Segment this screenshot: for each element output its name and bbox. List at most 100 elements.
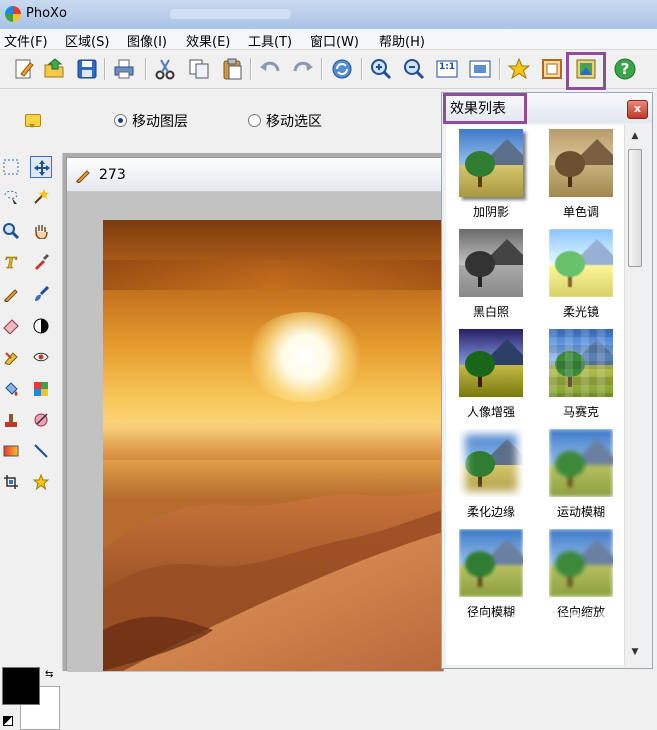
- print-icon[interactable]: [112, 57, 136, 81]
- red-eye-tool[interactable]: [30, 346, 52, 368]
- effect-label: 柔光镜: [562, 305, 599, 319]
- effect-thumbnail[interactable]: [549, 529, 613, 597]
- effect-thumbnail[interactable]: [459, 129, 523, 197]
- effect-thumbnail[interactable]: [459, 429, 523, 497]
- effect-item[interactable]: 黑白照: [446, 225, 536, 325]
- actual-size-label: 1:1: [438, 62, 456, 72]
- effect-label: 黑白照: [472, 305, 509, 319]
- desert-sunset-photo[interactable]: [103, 220, 443, 671]
- effect-item[interactable]: 运动模糊: [536, 425, 626, 525]
- close-icon[interactable]: x: [627, 100, 648, 119]
- magic-wand-tool[interactable]: [30, 186, 52, 208]
- document-title-bar[interactable]: 273: [67, 158, 443, 192]
- open-icon[interactable]: [43, 57, 67, 81]
- effect-item[interactable]: 马赛克: [536, 325, 626, 425]
- hand-tool[interactable]: [30, 220, 52, 242]
- lasso-tool[interactable]: [0, 186, 22, 208]
- effect-thumbnail[interactable]: [549, 329, 613, 397]
- foreground-color-swatch-front[interactable]: [2, 667, 40, 705]
- watermark: Baidu经验: [470, 611, 606, 641]
- help-icon[interactable]: ?: [613, 57, 637, 81]
- star-shape-tool[interactable]: [30, 471, 52, 493]
- tool-palette: T ⇆: [0, 153, 63, 730]
- effect-item[interactable]: 人像增强: [446, 325, 536, 425]
- redo-icon[interactable]: [291, 57, 315, 81]
- gradient-tool[interactable]: [0, 440, 22, 462]
- options-bar: 移动图层 移动选区: [0, 89, 440, 153]
- move-layer-label[interactable]: 移动图层: [132, 111, 188, 131]
- effect-label: 马赛克: [562, 405, 599, 419]
- favorite-icon[interactable]: [507, 57, 531, 81]
- menu-effects[interactable]: 效果(E): [186, 31, 230, 50]
- reset-colors-icon[interactable]: [3, 716, 13, 726]
- pencil-tool[interactable]: [0, 283, 22, 305]
- effects-button-highlight: [566, 52, 606, 90]
- scroll-down-icon[interactable]: ▼: [628, 645, 642, 659]
- app-logo-icon: [5, 6, 21, 22]
- patch-tool[interactable]: [30, 409, 52, 431]
- effect-label: 加阴影: [472, 205, 509, 219]
- effects-scrollbar[interactable]: ▲ ▼: [624, 125, 645, 665]
- svg-text:T: T: [5, 254, 18, 270]
- menu-region[interactable]: 区域(S): [65, 31, 109, 50]
- stamp-tool[interactable]: [0, 409, 22, 431]
- cut-icon[interactable]: [153, 57, 177, 81]
- menu-image[interactable]: 图像(I): [127, 31, 167, 50]
- effect-item[interactable]: 柔光镜: [536, 225, 626, 325]
- effect-thumbnail[interactable]: [459, 529, 523, 597]
- zoom-in-icon[interactable]: [369, 57, 393, 81]
- title-bar-document-name: [170, 9, 290, 19]
- new-icon[interactable]: [12, 57, 36, 81]
- move-selection-label[interactable]: 移动选区: [266, 111, 322, 131]
- menu-tools[interactable]: 工具(T): [248, 31, 292, 50]
- effects-grid: 加阴影 单色调 黑白照 柔光镜 人像增强 马赛克 柔化边缘 运动模糊 径向模糊 径向缩放: [446, 125, 626, 665]
- paste-icon[interactable]: [220, 57, 244, 81]
- line-tool[interactable]: [30, 440, 52, 462]
- frame-icon[interactable]: [540, 57, 564, 81]
- effects-title-highlight: [443, 93, 527, 124]
- effect-thumbnail[interactable]: [549, 129, 613, 197]
- refresh-icon[interactable]: [330, 57, 354, 81]
- eraser-tool[interactable]: [0, 315, 22, 337]
- document-title: 273: [99, 167, 126, 183]
- scrollbar-thumb[interactable]: [628, 149, 642, 267]
- undo-icon[interactable]: [258, 57, 282, 81]
- move-selection-radio[interactable]: [248, 114, 261, 127]
- actual-size-icon[interactable]: 1:1: [435, 57, 459, 81]
- zoom-tool[interactable]: [0, 220, 22, 242]
- effect-item[interactable]: 加阴影: [446, 125, 536, 225]
- fill-tool[interactable]: [0, 378, 22, 400]
- clone-tool[interactable]: [0, 346, 22, 368]
- crop-tool[interactable]: [0, 471, 22, 493]
- effect-label: 单色调: [562, 205, 599, 219]
- menu-help[interactable]: 帮助(H): [379, 31, 425, 50]
- app-title: PhoXo: [26, 6, 67, 21]
- pencil-icon: [76, 170, 90, 183]
- menu-file[interactable]: 文件(F): [4, 31, 48, 50]
- brush-tool[interactable]: [30, 283, 52, 305]
- effect-thumbnail[interactable]: [549, 429, 613, 497]
- text-tool[interactable]: T: [0, 251, 22, 273]
- effect-item[interactable]: 单色调: [536, 125, 626, 225]
- move-tool[interactable]: [30, 156, 52, 178]
- effect-thumbnail[interactable]: [459, 329, 523, 397]
- rect-select-tool[interactable]: [0, 156, 22, 178]
- menu-window[interactable]: 窗口(W): [310, 31, 359, 50]
- eyedropper-tool[interactable]: [30, 251, 52, 273]
- effect-thumbnail[interactable]: [549, 229, 613, 297]
- hint-icon: [25, 114, 41, 128]
- save-icon[interactable]: [75, 57, 99, 81]
- zoom-out-icon[interactable]: [402, 57, 426, 81]
- title-bar: PhoXo: [0, 0, 657, 29]
- color-replace-tool[interactable]: [30, 378, 52, 400]
- scroll-up-icon[interactable]: ▲: [628, 129, 642, 143]
- contrast-tool[interactable]: [30, 315, 52, 337]
- copy-icon[interactable]: [187, 57, 211, 81]
- main-toolbar: 1:1 ?: [0, 50, 657, 89]
- svg-text:?: ?: [621, 60, 630, 78]
- move-layer-radio[interactable]: [114, 114, 127, 127]
- menu-bar: 文件(F) 区域(S) 图像(I) 效果(E) 工具(T) 窗口(W) 帮助(H…: [0, 29, 657, 50]
- effect-item[interactable]: 柔化边缘: [446, 425, 536, 525]
- effect-thumbnail[interactable]: [459, 229, 523, 297]
- fit-window-icon[interactable]: [468, 57, 492, 81]
